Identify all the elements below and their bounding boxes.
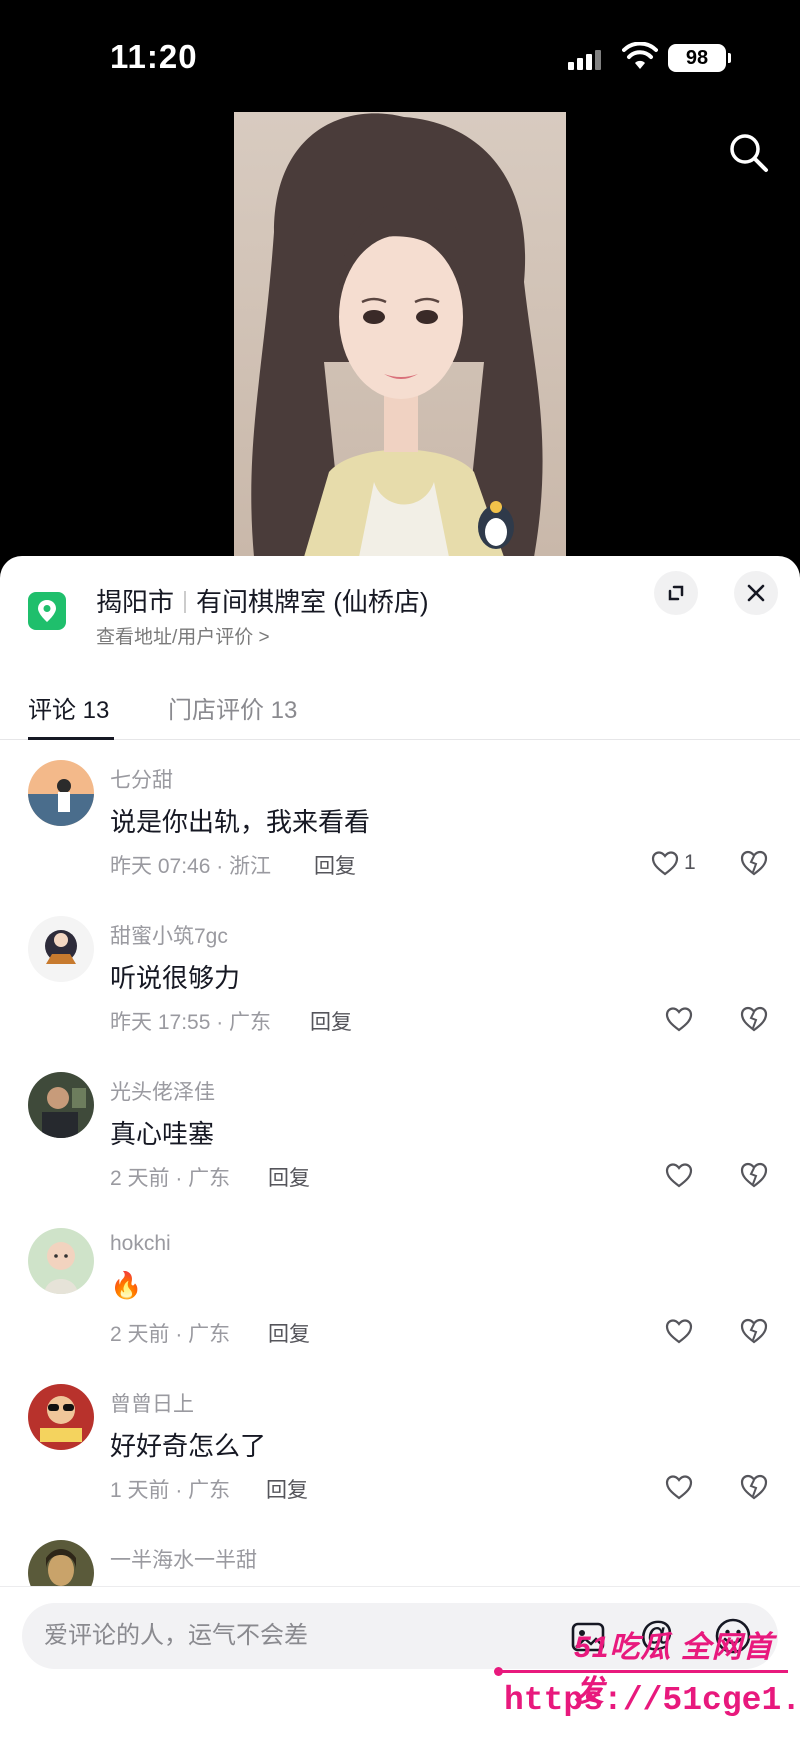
heart-icon: [665, 1007, 693, 1032]
comment-tabs: 评论 13 门店评价 13: [0, 678, 800, 740]
reply-button[interactable]: 回复: [266, 1474, 308, 1504]
heart-icon: [651, 851, 679, 876]
reply-button[interactable]: 回复: [268, 1318, 310, 1348]
dislike-icon[interactable]: [738, 1470, 770, 1502]
comment-item: 光头佬泽佳 真心哇塞 2 天前 · 广东 回复: [0, 1072, 800, 1228]
like-button[interactable]: [664, 1002, 694, 1036]
status-time: 11:20: [110, 38, 198, 75]
cellular-signal-icon: [568, 48, 608, 70]
location-city: 揭阳市: [96, 587, 175, 617]
expand-button[interactable]: [654, 571, 698, 615]
dislike-icon[interactable]: [738, 1314, 770, 1346]
comment-username[interactable]: 甜蜜小筑7gc: [110, 920, 228, 950]
comment-item: 甜蜜小筑7gc 听说很够力 昨天 17:55 · 广东 回复: [0, 916, 800, 1072]
heart-icon: [665, 1475, 693, 1500]
like-button[interactable]: [664, 1314, 694, 1348]
tab-store-reviews[interactable]: 门店评价 13: [168, 690, 297, 725]
location-subtitle-link[interactable]: 查看地址/用户评价 >: [96, 622, 270, 649]
expand-icon: [668, 585, 684, 601]
avatar[interactable]: [28, 916, 94, 982]
like-count: 1: [684, 851, 696, 874]
comment-meta: 昨天 07:46 · 浙江: [110, 855, 272, 878]
comment-meta: 1 天前 · 广东: [110, 1479, 231, 1502]
comment-text: 好好奇怎么了: [110, 1431, 267, 1461]
dislike-icon[interactable]: [738, 846, 770, 878]
tab-comments[interactable]: 评论 13: [28, 690, 109, 725]
avatar[interactable]: [28, 1072, 94, 1138]
avatar[interactable]: [28, 1384, 94, 1450]
reply-button[interactable]: 回复: [314, 850, 356, 880]
like-button[interactable]: 1: [650, 846, 696, 880]
app-screen: 11:20 98 揭阳市 有间棋牌室 (仙桥店) 查看地址/用户评价 > 评论 …: [0, 0, 800, 1738]
dislike-icon[interactable]: [738, 1158, 770, 1190]
comment-username[interactable]: 曾曾日上: [110, 1388, 194, 1418]
watermark: 51吃瓜 全网首发 https://51cge1.com: [494, 1622, 800, 1738]
like-button[interactable]: [664, 1158, 694, 1192]
comment-meta: 2 天前 · 广东: [110, 1167, 231, 1190]
watermark-divider: [494, 1667, 788, 1676]
comment-item: 七分甜 说是你出轨，我来看看 昨天 07:46 · 浙江 回复 1: [0, 760, 800, 916]
search-icon[interactable]: [726, 130, 770, 174]
watermark-url: https://51cge1.com: [504, 1682, 800, 1719]
battery-icon: 98: [668, 44, 731, 72]
location-place: 有间棋牌室 (仙桥店): [196, 587, 429, 617]
active-tab-indicator: [28, 737, 114, 740]
comments-sheet: 揭阳市 有间棋牌室 (仙桥店) 查看地址/用户评价 > 评论 13 门店评价 13: [0, 556, 800, 1738]
comment-username[interactable]: 一半海水一半甜: [110, 1544, 257, 1574]
reply-button[interactable]: 回复: [268, 1162, 310, 1192]
comment-meta: 2 天前 · 广东: [110, 1323, 231, 1346]
location-title[interactable]: 揭阳市 有间棋牌室 (仙桥店): [96, 582, 429, 619]
location-pin-icon: [28, 592, 66, 630]
avatar[interactable]: [28, 760, 94, 826]
reply-button[interactable]: 回复: [310, 1006, 352, 1036]
comment-text: 说是你出轨，我来看看: [110, 807, 371, 837]
heart-icon: [665, 1163, 693, 1188]
comment-text: 真心哇塞: [110, 1119, 215, 1149]
status-bar: 11:20 98: [0, 0, 800, 110]
comment-meta: 昨天 17:55 · 广东: [110, 1011, 272, 1034]
video-frame[interactable]: [234, 112, 566, 557]
comment-text: 🔥: [110, 1270, 143, 1300]
comment-text: 听说很够力: [110, 963, 241, 993]
like-button[interactable]: [664, 1470, 694, 1504]
heart-icon: [665, 1319, 693, 1344]
avatar[interactable]: [28, 1228, 94, 1294]
comment-username[interactable]: 光头佬泽佳: [110, 1076, 215, 1106]
comment-username[interactable]: hokchi: [110, 1232, 171, 1256]
close-button[interactable]: [734, 571, 778, 615]
comment-username[interactable]: 七分甜: [110, 764, 173, 794]
comment-item: hokchi 🔥 2 天前 · 广东 回复: [0, 1228, 800, 1384]
close-icon: [747, 584, 765, 602]
wifi-icon: [622, 42, 658, 69]
dislike-icon[interactable]: [738, 1002, 770, 1034]
comment-item: 曾曾日上 好好奇怎么了 1 天前 · 广东 回复: [0, 1384, 800, 1540]
title-divider: [184, 591, 187, 613]
